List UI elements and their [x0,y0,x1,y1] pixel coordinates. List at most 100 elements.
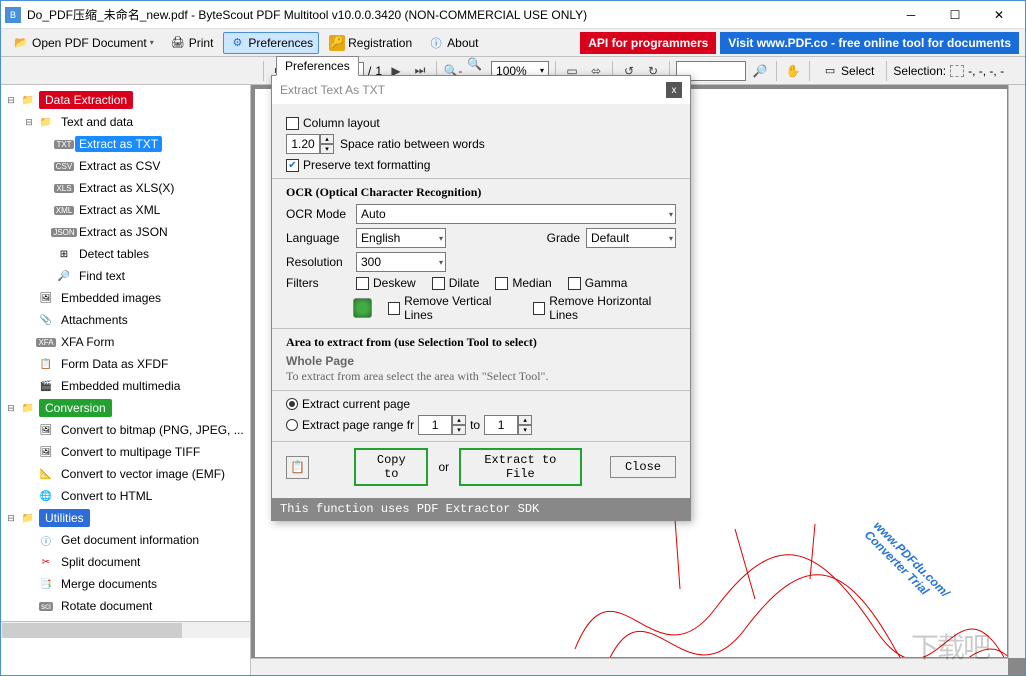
node-merge-docs[interactable]: 📑Merge documents [1,573,250,595]
filter-preview-icon[interactable] [353,298,372,318]
about-button[interactable]: ⓘ About [422,32,484,54]
preferences-button[interactable]: ⚙ Preferences [223,32,319,54]
extract-current-radio[interactable]: Extract current page [286,397,676,411]
dialog-tab-preferences[interactable]: Preferences [276,56,359,76]
node-convert-bitmap[interactable]: 🖼Convert to bitmap (PNG, JPEG, ... [1,419,250,441]
node-split-doc[interactable]: ✂Split document [1,551,250,573]
node-find-text[interactable]: 🔎Find text [1,265,250,287]
remove-hlines-checkbox[interactable]: Remove Horizontal Lines [533,294,676,322]
close-button[interactable]: ✕ [977,1,1021,29]
open-pdf-button[interactable]: 📂 Open PDF Document ▾ [7,32,160,54]
preserve-formatting-checkbox[interactable]: ✔Preserve text formatting [286,158,676,172]
window-title: Do_PDF压缩_未命名_new.pdf - ByteScout PDF Mul… [27,6,889,23]
resolution-combo[interactable]: 300▾ [356,252,446,272]
grade-label: Grade [547,231,580,245]
bitmap-icon: 🖼 [38,422,54,438]
folder-icon: 📁 [20,400,36,416]
close-dialog-button[interactable]: Close [610,456,676,478]
selection-coords: -, -, -, - [968,64,1004,78]
maximize-button[interactable]: ☐ [933,1,977,29]
main-menubar: 📂 Open PDF Document ▾ 🖨 Print ⚙ Preferen… [1,29,1025,57]
sidebar: ⊟📁Data Extraction ⊟📁Text and data TXTExt… [1,85,251,675]
folder-icon: 📁 [38,114,54,130]
key-icon: 🔑 [329,35,345,51]
area-group-label: Area to extract from (use Selection Tool… [286,335,676,350]
dilate-checkbox[interactable]: Dilate [432,276,480,290]
node-convert-html[interactable]: 🌐Convert to HTML [1,485,250,507]
node-xfa-form[interactable]: XFAXFA Form [1,331,250,353]
area-note: To extract from area select the area wit… [286,369,676,384]
node-form-data-xfdf[interactable]: 📋Form Data as XFDF [1,353,250,375]
xls-icon: XLS [56,180,72,196]
node-text-and-data[interactable]: ⊟📁Text and data [1,111,250,133]
folder-icon: 📁 [20,92,36,108]
print-button[interactable]: 🖨 Print [164,32,220,54]
select-icon: ▭ [822,63,838,79]
node-convert-vector[interactable]: 📐Convert to vector image (EMF) [1,463,250,485]
node-get-doc-info[interactable]: ⓘGet document information [1,529,250,551]
open-pdf-label: Open PDF Document [32,36,147,50]
node-embedded-images[interactable]: 🖼Embedded images [1,287,250,309]
ocr-mode-combo[interactable]: Auto▾ [356,204,676,224]
select-tool-button[interactable]: ▭ Select [816,60,880,82]
range-to-spinner[interactable]: ▴▾ [484,415,532,435]
node-extract-xls[interactable]: XLSExtract as XLS(X) [1,177,250,199]
info-icon: ⓘ [38,532,54,548]
sidebar-scrollbar[interactable] [1,621,250,638]
grade-combo[interactable]: Default▾ [586,228,676,248]
node-extract-xml[interactable]: XMLExtract as XML [1,199,250,221]
node-convert-tiff[interactable]: 🖼Convert to multipage TIFF [1,441,250,463]
language-combo[interactable]: English▾ [356,228,446,248]
dropdown-arrow-icon: ▾ [150,38,154,47]
window-titlebar: B Do_PDF压缩_未命名_new.pdf - ByteScout PDF M… [1,1,1025,29]
column-layout-checkbox[interactable]: Column layout [286,116,676,130]
gamma-checkbox[interactable]: Gamma [568,276,628,290]
json-icon: JSON [56,224,72,240]
rotate-icon: sci [38,598,54,614]
node-extract-csv[interactable]: CSVExtract as CSV [1,155,250,177]
site-watermark: 下载吧 [875,621,1025,671]
registration-button[interactable]: 🔑 Registration [323,32,418,54]
or-label: or [438,460,449,474]
html-icon: 🌐 [38,488,54,504]
space-ratio-label: Space ratio between words [340,137,485,151]
space-ratio-spinner[interactable]: ▴▾ [286,134,334,154]
multimedia-icon: 🎬 [38,378,54,394]
print-icon: 🖨 [170,35,186,51]
image-icon: 🖼 [38,290,54,306]
info-icon: ⓘ [428,35,444,51]
extract-range-radio[interactable]: Extract page range fr ▴▾ to ▴▾ [286,415,676,435]
node-attachments[interactable]: 📎Attachments [1,309,250,331]
category-utilities[interactable]: ⊟📁Utilities [1,507,250,529]
tiff-icon: 🖼 [38,444,54,460]
pdfco-link[interactable]: Visit www.PDF.co - free online tool for … [720,32,1019,54]
extract-to-file-button[interactable]: Extract to File [459,448,582,486]
range-from-spinner[interactable]: ▴▾ [418,415,466,435]
table-icon: ⊞ [56,246,72,262]
api-programmers-link[interactable]: API for programmers [580,32,716,54]
node-extract-txt[interactable]: TXTExtract as TXT [1,133,250,155]
category-conversion[interactable]: ⊟📁Conversion [1,397,250,419]
resolution-label: Resolution [286,255,350,269]
node-extract-json[interactable]: JSONExtract as JSON [1,221,250,243]
hand-tool-button[interactable]: ✋ [783,61,803,81]
csv-icon: CSV [56,158,72,174]
node-rotate-doc[interactable]: sciRotate document [1,595,250,617]
copy-to-button[interactable]: Copy to [354,448,428,486]
dialog-close-button[interactable]: x [666,82,682,98]
canvas-vscrollbar[interactable] [1008,85,1025,658]
about-label: About [447,36,478,50]
remove-vlines-checkbox[interactable]: Remove Vertical Lines [388,294,517,322]
category-data-extraction[interactable]: ⊟📁Data Extraction [1,89,250,111]
find-button[interactable]: 🔎 [750,61,770,81]
extract-text-dialog: Preferences Extract Text As TXT x Column… [271,75,691,521]
median-checkbox[interactable]: Median [495,276,551,290]
clipboard-button[interactable]: 📋 [286,456,309,479]
node-embedded-multimedia[interactable]: 🎬Embedded multimedia [1,375,250,397]
area-whole-page: Whole Page [286,354,676,369]
node-detect-tables[interactable]: ⊞Detect tables [1,243,250,265]
minimize-button[interactable]: ─ [889,1,933,29]
attachment-icon: 📎 [38,312,54,328]
filters-label: Filters [286,276,350,290]
deskew-checkbox[interactable]: Deskew [356,276,416,290]
